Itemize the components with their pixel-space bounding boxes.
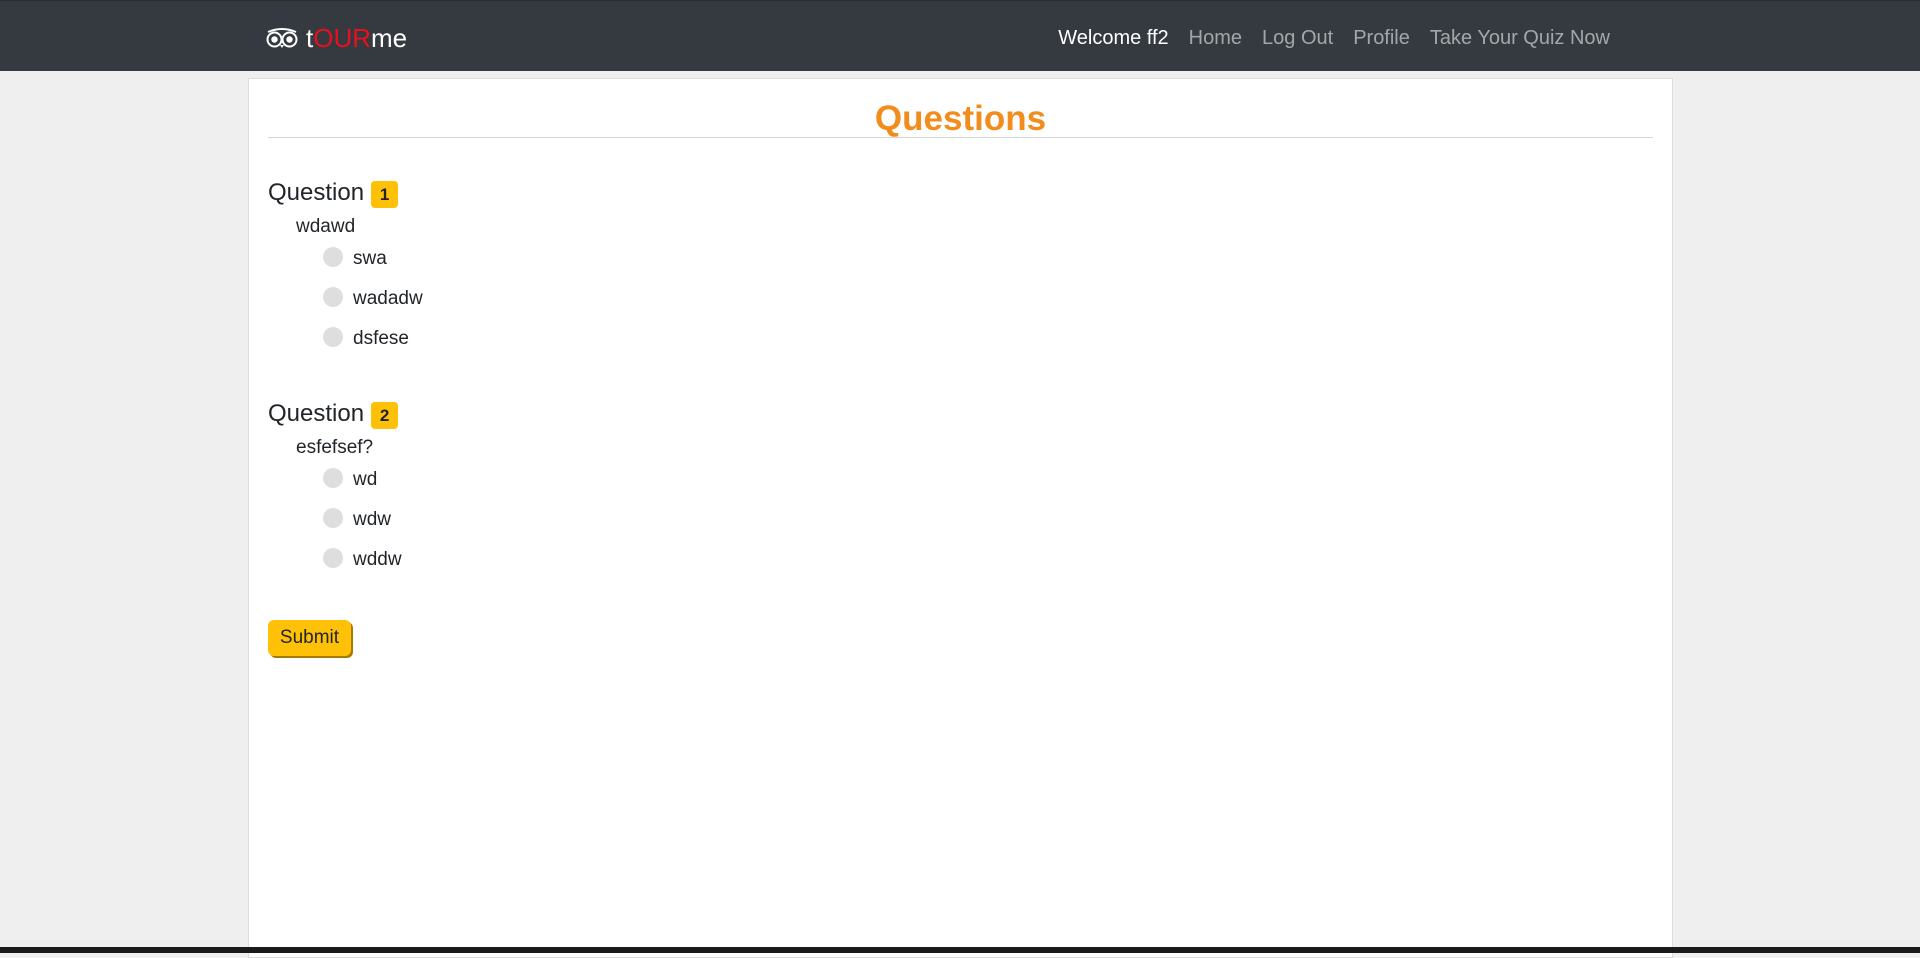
title-divider (268, 137, 1653, 138)
answer-option-label: wd (353, 469, 378, 490)
brand-logo-link[interactable]: t OUR me (265, 23, 407, 53)
nav-link-profile[interactable]: Profile (1353, 25, 1410, 51)
question-text: esfefsef? (296, 437, 374, 458)
brand-text-suffix: me (371, 23, 408, 53)
owl-eyes-icon (266, 28, 298, 48)
answer-option[interactable]: wd (323, 460, 402, 500)
answer-option-label: swa (353, 248, 387, 269)
question-block: Question 2 esfefsef? wd wdw wddw (268, 399, 402, 580)
question-heading: Question 2 (268, 399, 402, 429)
answer-option[interactable]: wadadw (323, 279, 423, 319)
question-block: Question 1 wdawd swa wadadw dsfese (268, 178, 423, 359)
submit-button[interactable]: Submit (268, 620, 351, 656)
question-label: Question (268, 179, 365, 206)
question-label: Question (268, 400, 365, 427)
radio-button[interactable] (323, 548, 343, 568)
answer-option-label: wdw (353, 509, 392, 530)
page-title: Questions (874, 99, 1047, 138)
welcome-text: Welcome ff2 (1058, 27, 1169, 49)
answer-option-label: dsfese (353, 328, 409, 349)
answer-option-label: wadadw (353, 288, 423, 309)
nav-link-logout[interactable]: Log Out (1262, 25, 1333, 51)
answer-option-label: wddw (353, 549, 402, 570)
answer-option[interactable]: wdw (323, 500, 402, 540)
radio-button[interactable] (323, 468, 343, 488)
window-bottom-edge (0, 947, 1920, 953)
nav-link-take-quiz[interactable]: Take Your Quiz Now (1430, 25, 1610, 51)
answer-option[interactable]: swa (323, 239, 423, 279)
brand-text-accent: OUR (313, 23, 372, 53)
question-text: wdawd (296, 216, 356, 237)
question-number-badge: 1 (371, 181, 399, 208)
top-navbar: t OUR me Welcome ff2 Home Log Out Profile … (0, 0, 1920, 71)
radio-button[interactable] (323, 247, 343, 267)
brand-text-prefix: t (306, 23, 314, 53)
quiz-card: Questions Question 1 wdawd swa wadadw ds… (248, 78, 1673, 958)
question-number-badge: 2 (371, 402, 399, 429)
question-heading: Question 1 (268, 178, 423, 208)
nav-link-home[interactable]: Home (1189, 25, 1242, 51)
radio-button[interactable] (323, 287, 343, 307)
answer-option[interactable]: wddw (323, 540, 402, 580)
radio-button[interactable] (323, 327, 343, 347)
answer-option[interactable]: dsfese (323, 319, 423, 359)
radio-button[interactable] (323, 508, 343, 528)
nav-links: Welcome ff2 Home Log Out Profile Take Yo… (1058, 25, 1610, 51)
